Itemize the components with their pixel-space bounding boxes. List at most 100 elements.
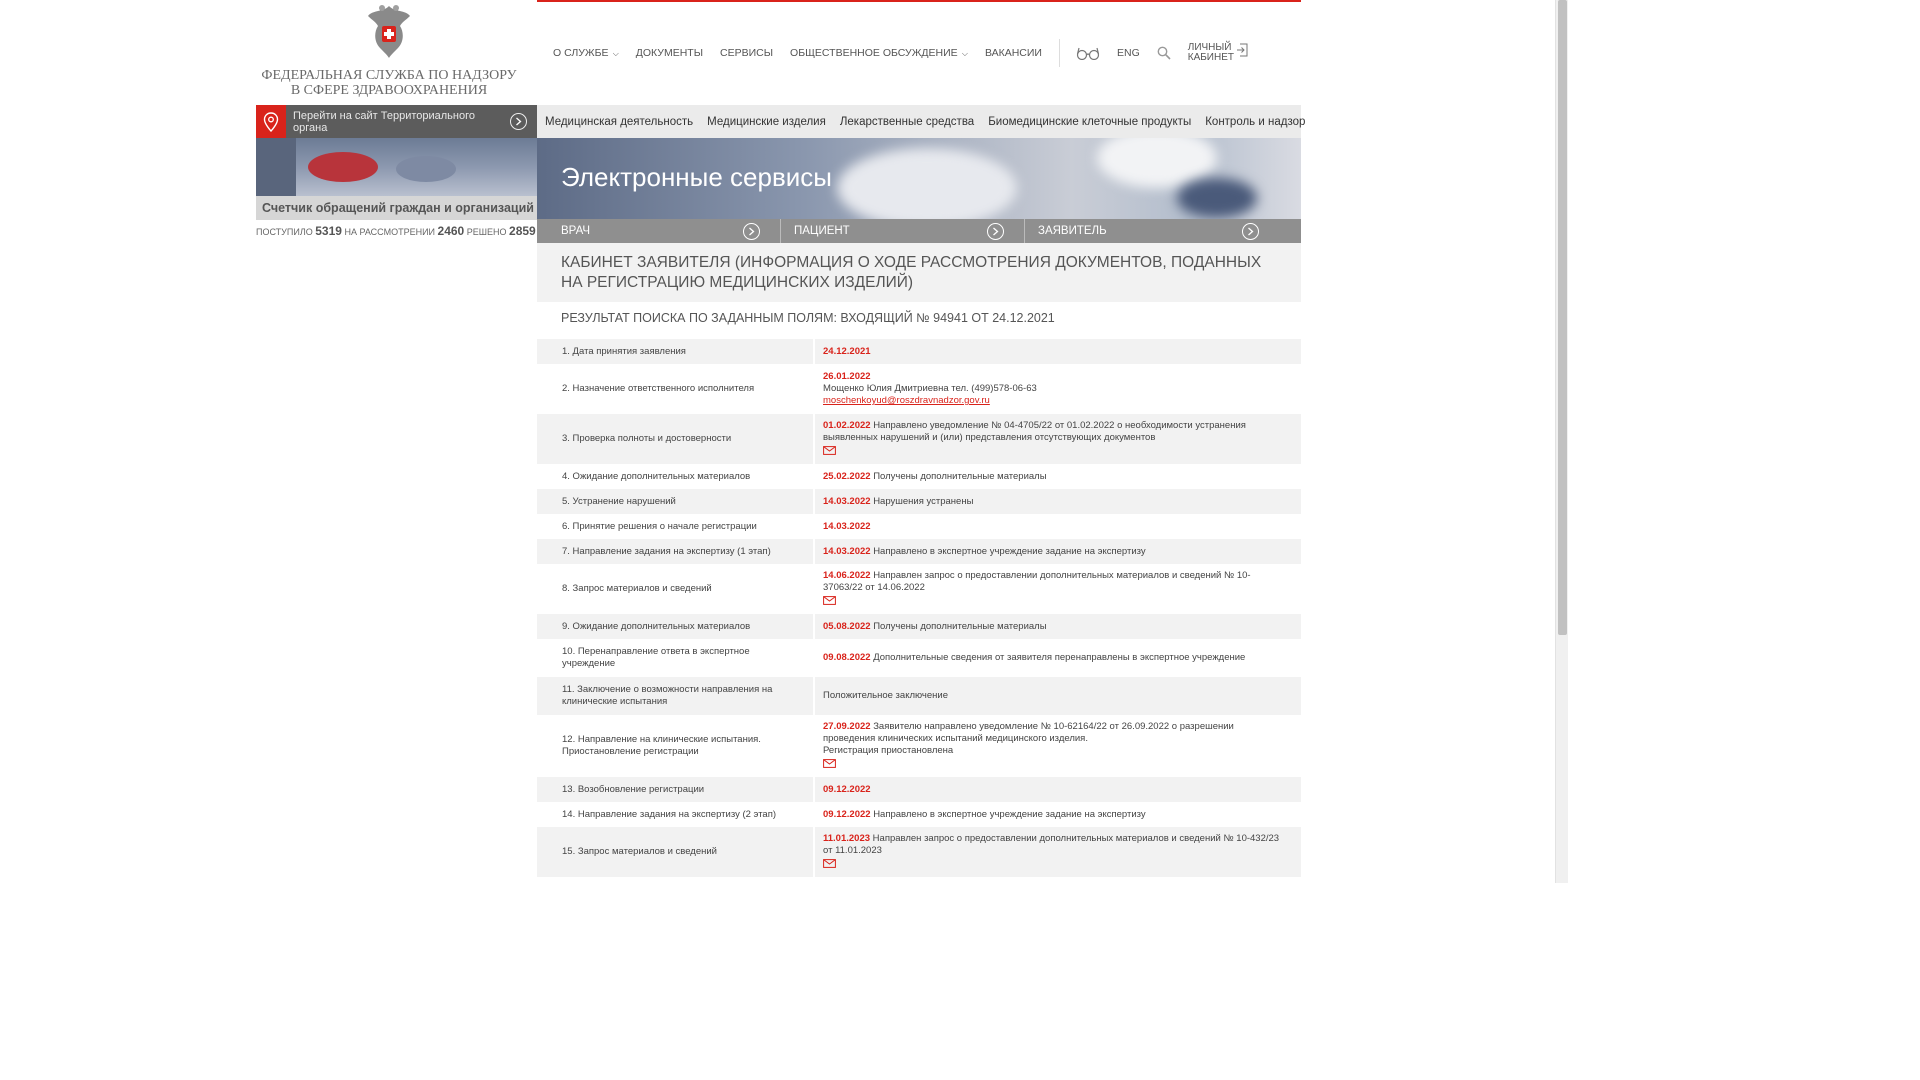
russian-emblem-logo[interactable] — [364, 2, 414, 60]
nav-divider — [1058, 39, 1060, 67]
status-line: 09.12.2022 — [823, 784, 1281, 796]
stage-name: 10. Перенаправление ответа в экспертное … — [562, 646, 750, 669]
status-text: Направлен запрос о предоставлении дополн… — [823, 832, 1280, 856]
stage-name: 4. Ожидание дополнительных материалов — [562, 470, 751, 482]
status-date: 24.12.2021 — [823, 345, 871, 357]
category-control-supervision[interactable]: Контроль и надзор — [1205, 116, 1305, 128]
table-row: 8. Запрос материалов и сведений 14.06.202… — [537, 564, 1301, 614]
stage-status: Положительное заключение — [815, 677, 1301, 715]
received-count: 5319 — [315, 224, 342, 238]
stage-name: 11. Заключение о возможности направления… — [537, 677, 813, 715]
chevron-right-icon — [743, 222, 760, 240]
resolved-count: 2859 — [509, 224, 536, 238]
personal-cabinet-link[interactable]: ЛИЧНЫЙ КАБИНЕТ — [1188, 43, 1248, 63]
status-line: 24.12.2021 — [823, 346, 1281, 358]
table-row: 3. Проверка полноты и достоверности 01.02… — [537, 414, 1301, 464]
status-text: Направлено уведомление № 04-4705/22 от 0… — [823, 419, 1246, 443]
category-medicines[interactable]: Лекарственные средства — [840, 116, 974, 128]
stage-status: 24.12.2021 — [815, 339, 1301, 364]
review-label: НА РАССМОТРЕНИИ — [344, 227, 436, 237]
stage-status: 09.12.2022 Направлено в экспертное учреж… — [815, 802, 1301, 827]
scrollbar-thumb[interactable] — [1558, 0, 1567, 635]
resolved-label: РЕШЕНО — [466, 227, 507, 237]
stage-name: 1. Дата принятия заявления — [537, 339, 813, 364]
stage-name: 14. Направление задания на экспертизу (2… — [562, 808, 777, 820]
cabinet-title: КАБИНЕТ ЗАЯВИТЕЛЯ (ИНФОРМАЦИЯ О ХОДЕ РАС… — [537, 243, 1301, 302]
category-bar: Медицинская деятельность Медицинские изд… — [537, 105, 1305, 138]
territorial-body-label: Перейти на сайт Территориального органа — [293, 109, 475, 134]
role-patient-label: ПАЦИЕНТ — [794, 225, 850, 237]
status-date: 27.09.2022 — [823, 720, 871, 732]
stage-name: 6. Принятие решения о начале регистрации — [562, 520, 757, 532]
chevron-right-icon — [987, 222, 1004, 240]
envelope-icon[interactable] — [823, 858, 1281, 872]
top-accent-line — [537, 0, 1301, 2]
nav-public-discussion[interactable]: ОБЩЕСТВЕННОЕ ОБСУЖДЕНИЕ ⌵ — [790, 47, 968, 59]
low-vision-glasses-icon[interactable] — [1076, 46, 1100, 60]
status-date: 26.01.2022 — [823, 371, 871, 382]
status-line: 26.01.2022 — [823, 371, 1281, 383]
category-biomedical-products[interactable]: Биомедицинские клеточные продукты — [988, 116, 1191, 128]
role-tabs: ВРАЧ ПАЦИЕНТ ЗАЯВИТЕЛЬ — [537, 219, 1301, 243]
role-doctor-label: ВРАЧ — [561, 225, 591, 237]
role-applicant-label: ЗАЯВИТЕЛЬ — [1038, 225, 1107, 237]
status-text: Направлено в экспертное учреждение задан… — [873, 545, 1146, 557]
table-row: 4. Ожидание дополнительных материалов 25.… — [537, 464, 1301, 489]
language-switch[interactable]: ENG — [1117, 47, 1140, 59]
services-banner: Электронные сервисы — [537, 138, 1301, 219]
executor-email-link[interactable]: moschenkoyud@roszdravnadzor.gov.ru — [823, 395, 1281, 407]
envelope-icon[interactable] — [823, 758, 1281, 772]
agency-title[interactable]: ФЕДЕРАЛЬНАЯ СЛУЖБА ПО НАДЗОРУ В СФЕРЕ ЗД… — [256, 68, 522, 106]
nav-services[interactable]: СЕРВИСЫ — [720, 47, 773, 59]
stage-name: 3. Проверка полноты и достоверности — [537, 414, 813, 464]
received-label: ПОСТУПИЛО — [256, 227, 313, 237]
role-applicant[interactable]: ЗАЯВИТЕЛЬ — [1025, 219, 1301, 243]
stage-name: 5. Устранение нарушений — [537, 489, 813, 514]
status-date: 09.12.2022 — [823, 808, 871, 820]
nav-documents[interactable]: ДОКУМЕНТЫ — [636, 47, 703, 59]
status-text: Заявителю направлено уведомление № 10-62… — [823, 720, 1234, 744]
table-row: 10. Перенаправление ответа в экспертное … — [537, 639, 1301, 677]
status-line: 09.08.2022 Дополнительные сведения от за… — [823, 652, 1281, 664]
location-pin-icon — [256, 105, 286, 138]
status-date: 09.12.2022 — [823, 783, 871, 795]
status-line: 05.08.2022 Получены дополнительные матер… — [823, 621, 1281, 633]
banner-title: Электронные сервисы — [561, 162, 832, 192]
search-result-caption: РЕЗУЛЬТАТ ПОИСКА ПО ЗАДАННЫМ ПОЛЯМ: ВХОД… — [561, 311, 1055, 325]
category-medical-activity[interactable]: Медицинская деятельность — [545, 116, 693, 128]
territorial-body-link[interactable]: Перейти на сайт Территориального органа — [256, 105, 537, 138]
status-line: 09.12.2022 Направлено в экспертное учреж… — [823, 809, 1281, 821]
search-icon[interactable] — [1157, 46, 1171, 60]
status-line: 14.06.2022 Направлен запрос о предоставл… — [823, 570, 1281, 594]
appeals-counter-title[interactable]: Счетчик обращений граждан и организаций — [256, 196, 537, 220]
status-text: Получены дополнительные материалы — [873, 470, 1047, 482]
review-count: 2460 — [437, 224, 465, 238]
status-text: Положительное заключение — [823, 690, 948, 701]
stage-status: 14.06.2022 Направлен запрос о предоставл… — [815, 564, 1301, 614]
status-text: Направлен запрос о предоставлении дополн… — [823, 569, 1251, 593]
table-row: 14. Направление задания на экспертизу (2… — [537, 802, 1301, 827]
table-row: 6. Принятие решения о начале регистрации… — [537, 514, 1301, 539]
stage-name: 9. Ожидание дополнительных материалов — [537, 614, 813, 639]
nav-vacancies[interactable]: ВАКАНСИИ — [985, 47, 1042, 59]
status-extra-line: Регистрация приостановлена — [823, 744, 954, 756]
top-navigation: О СЛУЖБЕ ⌵ ДОКУМЕНТЫ СЕРВИСЫ ОБЩЕСТВЕННО… — [553, 39, 1248, 67]
status-date: 11.01.2023 — [823, 832, 871, 844]
envelope-icon[interactable] — [823, 445, 1281, 459]
status-table: 1. Дата принятия заявления 24.12.2021 2. Н… — [537, 339, 1301, 877]
envelope-icon[interactable] — [823, 595, 1281, 609]
table-row: 12. Направление на клинические испытания… — [537, 715, 1301, 777]
stage-status: 09.08.2022 Дополнительные сведения от за… — [815, 639, 1301, 677]
role-doctor[interactable]: ВРАЧ — [537, 219, 781, 243]
status-text: Нарушения устранены — [873, 495, 974, 507]
stage-status: 26.01.2022 Мощенко Юлия Дмитриевна тел. (… — [815, 364, 1301, 414]
table-row: 1. Дата принятия заявления 24.12.2021 — [537, 339, 1301, 364]
stage-name: 8. Запрос материалов и сведений — [562, 583, 712, 594]
status-date: 14.06.2022 — [823, 569, 871, 581]
role-patient[interactable]: ПАЦИЕНТ — [781, 219, 1025, 243]
category-medical-devices[interactable]: Медицинские изделия — [707, 116, 826, 128]
stage-status: 09.12.2022 — [815, 777, 1301, 802]
stage-name: 7. Направление задания на экспертизу (1 … — [537, 539, 813, 564]
nav-about[interactable]: О СЛУЖБЕ ⌵ — [553, 47, 619, 59]
vertical-scrollbar[interactable] — [1555, 0, 1568, 883]
